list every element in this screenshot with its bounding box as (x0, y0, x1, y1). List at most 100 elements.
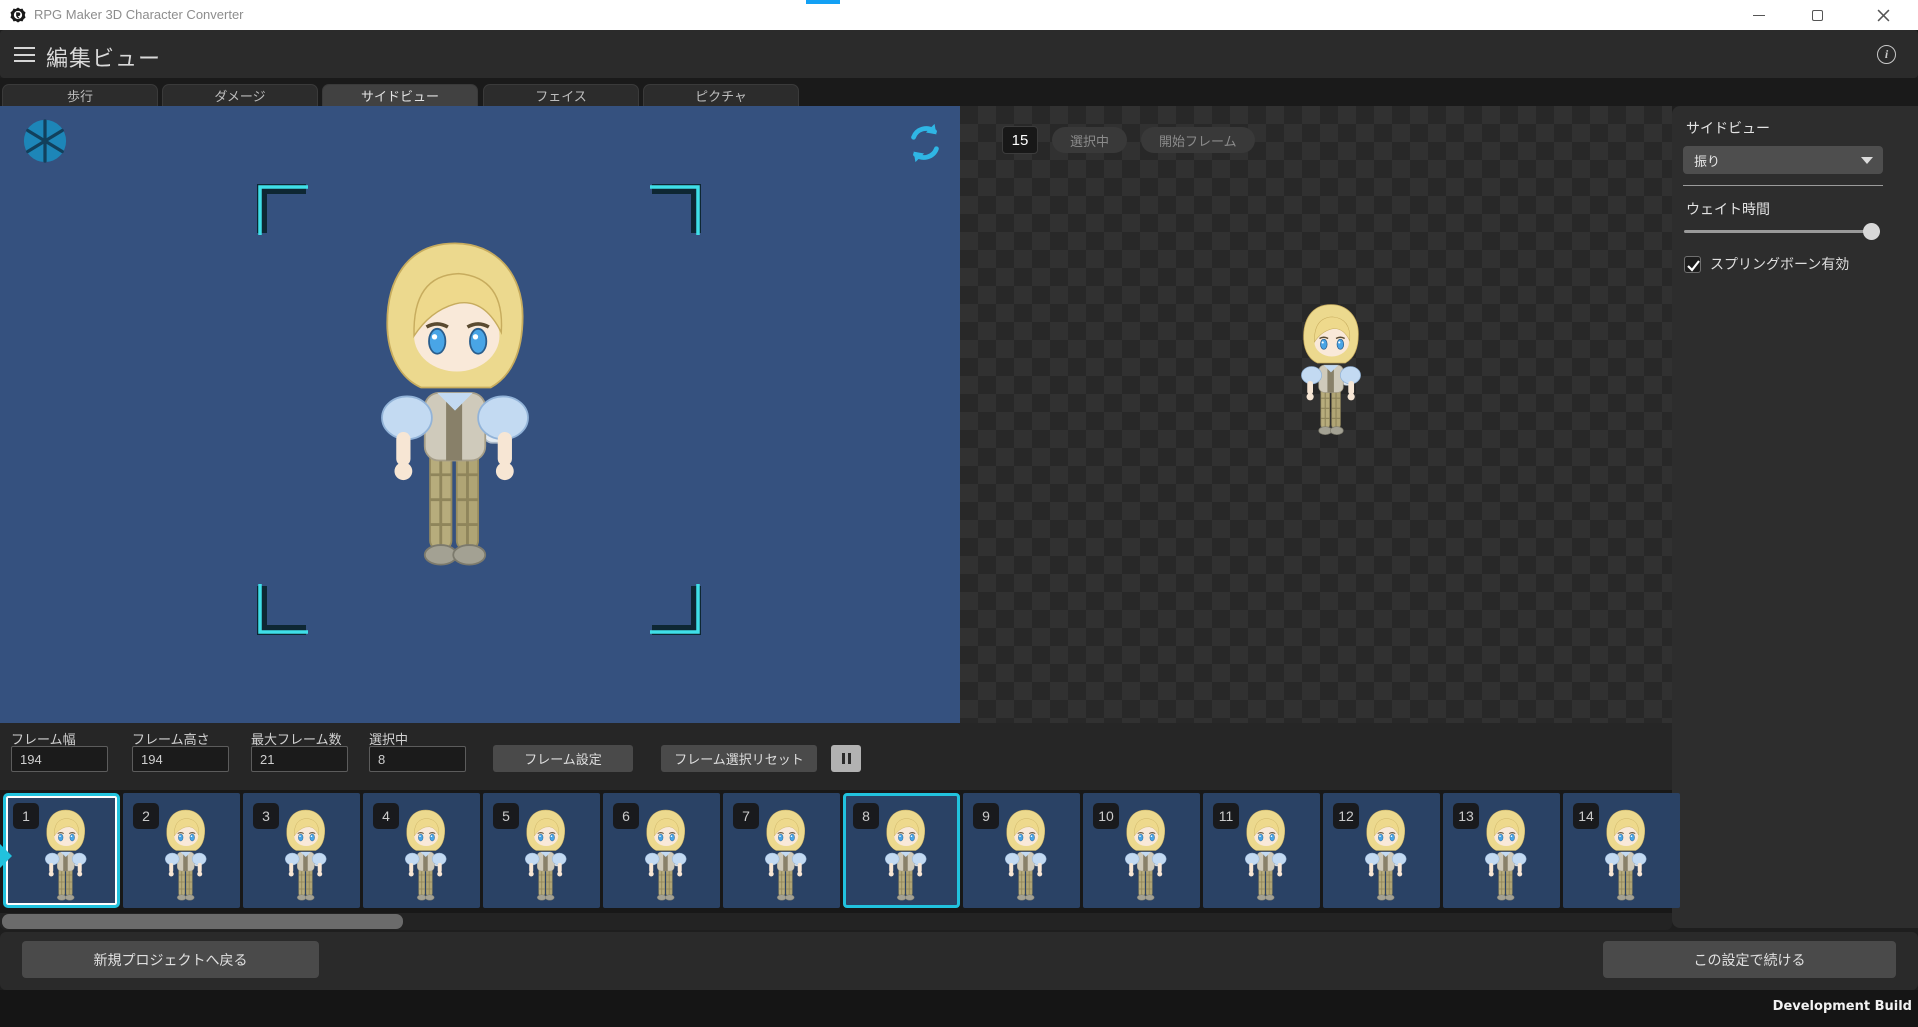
frame-number-badge: 6 (613, 803, 639, 829)
character-model[interactable] (344, 222, 566, 578)
tab-damage[interactable]: ダメージ (162, 84, 318, 106)
frame-character-thumbnail (274, 804, 336, 904)
tab-walk[interactable]: 歩行 (2, 84, 158, 106)
pause-button[interactable] (831, 745, 861, 772)
status-strip: Development Build (0, 990, 1918, 1027)
frame-tile[interactable]: 12 (1323, 793, 1440, 908)
frame-tile[interactable]: 1 (3, 793, 120, 908)
frame-character-thumbnail (34, 804, 96, 904)
app-header: 編集ビュー i (0, 30, 1918, 78)
preview-frame-controls: 15 選択中 開始フレーム (1002, 126, 1255, 154)
selected-toggle-button[interactable]: 選択中 (1052, 127, 1127, 153)
frame-number-badge: 1 (13, 803, 39, 829)
aperture-icon (22, 118, 68, 164)
page-title: 編集ビュー (46, 41, 161, 73)
springbone-checkbox[interactable] (1684, 256, 1701, 273)
frame-character-thumbnail (634, 804, 696, 904)
character-viewport[interactable] (0, 106, 960, 723)
frame-tile[interactable]: 10 (1083, 793, 1200, 908)
motion-dropdown[interactable]: 振り (1683, 146, 1883, 174)
preview-frame-number: 15 (1002, 126, 1038, 154)
frame-number-badge: 3 (253, 803, 279, 829)
frame-number-badge: 14 (1573, 803, 1599, 829)
frame-tile[interactable]: 2 (123, 793, 240, 908)
tab-sideview[interactable]: サイドビュー (322, 84, 478, 106)
frame-character-thumbnail (514, 804, 576, 904)
frame-tile[interactable]: 4 (363, 793, 480, 908)
frame-reset-button[interactable]: フレーム選択リセット (661, 745, 817, 772)
rotate-view-icon[interactable] (904, 122, 946, 164)
menu-button[interactable] (14, 47, 35, 62)
capture-bracket-bottomleft (256, 582, 310, 636)
tab-picture[interactable]: ピクチャ (643, 84, 799, 106)
frame-number-badge: 5 (493, 803, 519, 829)
frame-number-badge: 9 (973, 803, 999, 829)
frame-tile[interactable]: 6 (603, 793, 720, 908)
frame-character-thumbnail (1474, 804, 1536, 904)
continue-button[interactable]: この設定で続ける (1603, 941, 1896, 978)
maximize-button[interactable] (1794, 0, 1840, 30)
frame-tile[interactable]: 9 (963, 793, 1080, 908)
tab-face[interactable]: フェイス (483, 84, 639, 106)
close-button[interactable] (1860, 0, 1906, 30)
frame-number-badge: 11 (1213, 803, 1239, 829)
divider (1683, 185, 1883, 186)
filmstrip-scrollbar[interactable] (0, 913, 1672, 930)
max-frames-input[interactable] (251, 746, 348, 772)
sprite-preview-area (960, 106, 1672, 723)
titlebar-accent-strip (806, 0, 840, 4)
frame-character-thumbnail (394, 804, 456, 904)
frame-number-badge: 10 (1093, 803, 1119, 829)
frame-character-thumbnail (1114, 804, 1176, 904)
scrollbar-thumb[interactable] (2, 914, 403, 929)
frame-character-thumbnail (1234, 804, 1296, 904)
springbone-checkbox-row[interactable]: スプリングボーン有効 (1684, 254, 1849, 274)
info-button[interactable]: i (1877, 45, 1896, 64)
frame-number-badge: 4 (373, 803, 399, 829)
filmstrip: 1 2 3 4 5 6 7 8 (0, 790, 1672, 913)
frame-tile[interactable]: 11 (1203, 793, 1320, 908)
frame-number-badge: 7 (733, 803, 759, 829)
frame-tile[interactable]: 3 (243, 793, 360, 908)
start-frame-toggle-button[interactable]: 開始フレーム (1141, 127, 1255, 153)
app-logo-icon (9, 6, 27, 24)
frame-tile[interactable]: 13 (1443, 793, 1560, 908)
motion-dropdown-value: 振り (1694, 151, 1720, 170)
frame-tile[interactable]: 7 (723, 793, 840, 908)
capture-bracket-topleft (256, 183, 310, 237)
frame-tile[interactable]: 5 (483, 793, 600, 908)
frame-character-thumbnail (1354, 804, 1416, 904)
selected-frame-input[interactable] (369, 746, 466, 772)
slider-knob[interactable] (1863, 223, 1880, 240)
frame-character-thumbnail (154, 804, 216, 904)
dev-build-label: Development Build (1773, 999, 1912, 1014)
back-to-project-button[interactable]: 新規プロジェクトへ戻る (22, 941, 319, 978)
wait-time-label: ウェイト時間 (1686, 199, 1770, 219)
wait-time-slider[interactable] (1684, 222, 1880, 240)
frame-width-input[interactable] (11, 746, 108, 772)
tab-bar: 歩行 ダメージ サイドビュー フェイス ピクチャ (0, 78, 1918, 106)
frame-number-badge: 13 (1453, 803, 1479, 829)
minimize-icon (1753, 15, 1765, 16)
capture-bracket-bottomright (648, 582, 702, 636)
frame-character-thumbnail (874, 804, 936, 904)
sprite-preview-character (1286, 296, 1376, 440)
maximize-icon (1812, 10, 1823, 21)
frame-number-badge: 2 (133, 803, 159, 829)
frame-height-input[interactable] (132, 746, 229, 772)
playhead-marker-icon (0, 843, 12, 869)
pause-icon (842, 753, 845, 764)
frame-character-thumbnail (1594, 804, 1656, 904)
close-icon (1877, 9, 1890, 22)
chevron-down-icon (1861, 157, 1873, 164)
frame-tile[interactable]: 14 (1563, 793, 1680, 908)
frame-tile[interactable]: 8 (843, 793, 960, 908)
action-bar: 新規プロジェクトへ戻る この設定で続ける (0, 932, 1918, 990)
frame-set-button[interactable]: フレーム設定 (493, 745, 633, 772)
frame-settings-bar: フレーム幅 フレーム高さ 最大フレーム数 選択中 フレーム設定 フレーム選択リセ… (0, 723, 1672, 790)
capture-bracket-topright (648, 183, 702, 237)
frame-number-badge: 8 (853, 803, 879, 829)
minimize-button[interactable] (1736, 0, 1782, 30)
check-icon (1686, 258, 1701, 273)
slider-track (1684, 230, 1880, 233)
